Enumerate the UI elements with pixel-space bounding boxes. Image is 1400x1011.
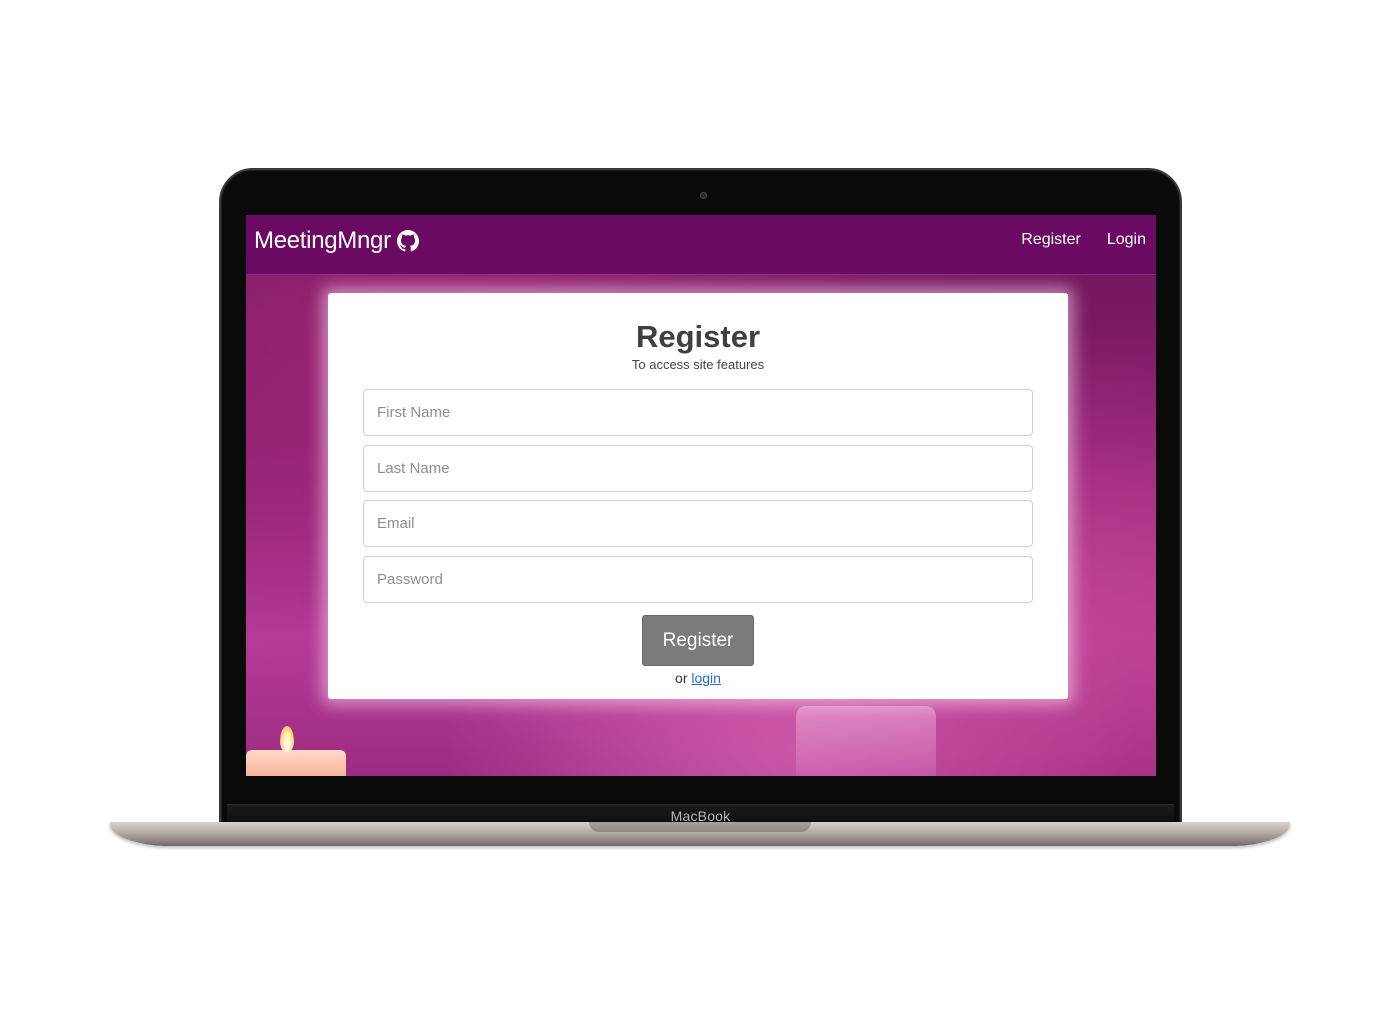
page-title: Register [635,319,761,354]
camera-icon [700,192,707,199]
nav-register-link[interactable]: Register [1021,231,1081,249]
page-subtitle: To access site features [631,357,765,372]
laptop-base-notch [589,822,811,832]
brand[interactable]: MeetingMngr [254,227,419,255]
candle-glass-decoration [796,706,936,776]
password-field[interactable] [363,556,1033,603]
last-name-field[interactable] [363,445,1033,492]
alt-prefix: or [675,670,688,686]
email-field[interactable] [363,500,1033,547]
candle-decoration [246,750,346,776]
first-name-field[interactable] [363,389,1033,436]
laptop-frame: MeetingMngr Register Login Register To a… [219,168,1182,828]
register-card: Register To access site features Registe… [328,293,1068,699]
navbar: MeetingMngr Register Login [246,215,1156,275]
nav-login-link[interactable]: Login [1107,231,1146,249]
login-link[interactable]: login [691,670,721,686]
github-icon[interactable] [396,230,419,252]
flame-decoration [280,726,294,752]
brand-name: MeetingMngr [254,227,391,254]
alt-login-row: or login [328,670,1068,686]
laptop-base [110,822,1290,846]
nav-links: Register Login [1021,231,1146,249]
register-button[interactable]: Register [642,615,754,666]
screen: MeetingMngr Register Login Register To a… [246,215,1156,776]
